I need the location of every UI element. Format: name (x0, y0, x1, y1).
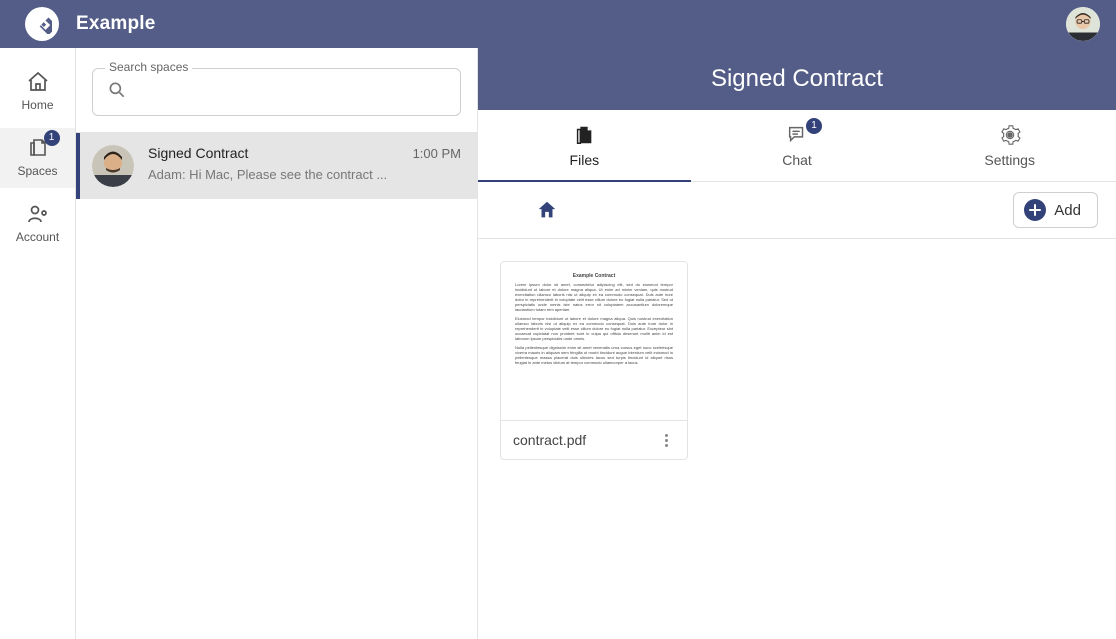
files-icon (573, 124, 595, 146)
home-icon (536, 199, 558, 221)
file-preview-thumbnail: Example Contract Lorem ipsum dolor sit a… (501, 262, 687, 420)
space-tabs: Files 1 Chat S (478, 110, 1116, 182)
space-detail-panel: Signed Contract Files (478, 48, 1116, 639)
space-header-title: Signed Contract (711, 65, 883, 93)
search-icon (107, 80, 127, 105)
nav-item-spaces[interactable]: 1 Spaces (0, 128, 75, 188)
chat-badge: 1 (806, 118, 822, 134)
gear-icon (999, 124, 1021, 146)
spaces-badge: 1 (44, 130, 60, 146)
file-card[interactable]: Example Contract Lorem ipsum dolor sit a… (500, 261, 688, 460)
space-item-title: Signed Contract (148, 145, 248, 161)
nav-label-account: Account (16, 230, 59, 244)
tab-files-label: Files (570, 152, 600, 168)
nav-label-home: Home (21, 98, 53, 112)
tab-settings[interactable]: Settings (903, 110, 1116, 181)
nav-label-spaces: Spaces (17, 164, 57, 178)
files-home-button[interactable] (532, 195, 562, 225)
chat-icon: 1 (786, 124, 808, 146)
spaces-list: Signed Contract 1:00 PM Adam: Hi Mac, Pl… (76, 132, 477, 639)
add-button-label: Add (1054, 202, 1081, 219)
current-user-avatar[interactable] (1066, 7, 1100, 41)
files-toolbar: Add (478, 182, 1116, 239)
tab-settings-label: Settings (984, 152, 1035, 168)
diamond-logo-icon (32, 14, 52, 34)
tab-chat[interactable]: 1 Chat (691, 110, 904, 181)
search-spaces-field[interactable]: Search spaces (92, 68, 461, 116)
app-title: Example (76, 13, 156, 35)
app-logo[interactable] (8, 7, 76, 41)
spaces-icon: 1 (26, 136, 50, 160)
space-header: Signed Contract (478, 48, 1116, 110)
nav-rail: Home 1 Spaces Accou (0, 48, 76, 639)
tab-chat-label: Chat (782, 152, 812, 168)
add-button[interactable]: Add (1013, 192, 1098, 228)
spaces-column: Search spaces (76, 48, 478, 639)
nav-item-home[interactable]: Home (0, 62, 75, 122)
space-avatar (92, 145, 134, 187)
files-area: Example Contract Lorem ipsum dolor sit a… (478, 239, 1116, 639)
search-input[interactable] (137, 69, 460, 115)
home-icon (26, 70, 50, 94)
file-name: contract.pdf (513, 432, 586, 448)
space-item-time: 1:00 PM (413, 146, 461, 161)
space-item-preview: Adam: Hi Mac, Please see the contract ..… (148, 167, 461, 182)
plus-icon (1024, 199, 1046, 221)
account-icon (26, 202, 50, 226)
file-menu-button[interactable] (657, 431, 675, 449)
tab-files[interactable]: Files (478, 110, 691, 181)
nav-item-account[interactable]: Account (0, 194, 75, 254)
top-bar: Example (0, 0, 1116, 48)
space-list-item[interactable]: Signed Contract 1:00 PM Adam: Hi Mac, Pl… (76, 132, 477, 199)
search-legend: Search spaces (105, 60, 192, 74)
